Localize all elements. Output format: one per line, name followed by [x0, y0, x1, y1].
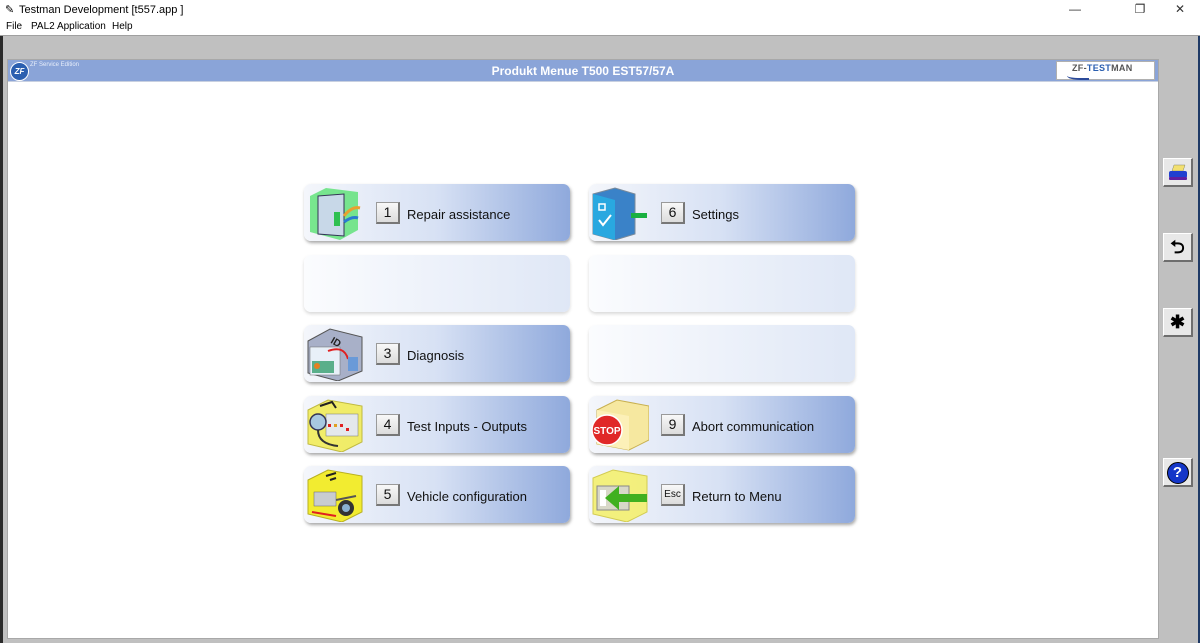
tile-label: Abort communication [692, 419, 815, 434]
menu-tile-test-inputs-outputs[interactable]: 4 Test Inputs - Outputs [304, 396, 570, 453]
asterisk-icon: ✱ [1169, 312, 1186, 332]
test-io-icon [306, 398, 364, 453]
menu-file[interactable]: File [6, 21, 22, 32]
tile-label: Diagnosis [407, 348, 465, 363]
shortcut-key-4: 4 [376, 414, 400, 436]
brand-swoosh-icon [1067, 73, 1089, 80]
menu-tile-empty [589, 255, 855, 312]
menu-tile-empty [589, 325, 855, 382]
undo-arrow-icon: ⮌ [1170, 237, 1185, 257]
shortcut-key-esc: Esc [661, 484, 685, 506]
page-title: Produkt Menue T500 EST57/57A [491, 64, 675, 78]
main-panel: ZF ZF Service Edition Produkt Menue T500… [7, 59, 1159, 639]
shortcut-key-3: 3 [376, 343, 400, 365]
maximize-button[interactable]: ❐ [1120, 2, 1160, 18]
close-button[interactable]: ✕ [1160, 2, 1200, 18]
menu-tile-diagnosis[interactable]: ID 3 Diagnosis [304, 325, 570, 382]
brand-prefix: ZF- [1072, 63, 1087, 73]
menu-tile-settings[interactable]: 6 Settings [589, 184, 855, 241]
zf-testman-logo: ZF-TESTMAN [1056, 61, 1155, 80]
panel-header: ZF ZF Service Edition Produkt Menue T500… [8, 60, 1158, 82]
menu-tile-repair-assistance[interactable]: 1 Repair assistance [304, 184, 570, 241]
svg-text:STOP: STOP [593, 426, 620, 437]
print-button[interactable] [1163, 158, 1193, 187]
menu-tile-abort-communication[interactable]: STOP 9 Abort communication [589, 396, 855, 453]
menu-pal2-application[interactable]: PAL2 Application [31, 21, 106, 32]
return-arrow-icon [591, 468, 649, 523]
help-button[interactable]: ? [1163, 458, 1193, 487]
menubar: File PAL2 Application Help [0, 20, 1200, 36]
brand-highlight: TEST [1086, 63, 1112, 73]
window-titlebar: ✎ Testman Development [t557.app ] — ❐ ✕ [0, 0, 1200, 20]
menu-tile-vehicle-configuration[interactable]: 5 Vehicle configuration [304, 466, 570, 523]
vehicle-config-icon [306, 468, 364, 523]
stop-icon: STOP [591, 398, 650, 452]
tile-label: Settings [692, 207, 739, 222]
printer-icon [1167, 164, 1189, 187]
tile-label: Vehicle configuration [407, 489, 527, 504]
menu-help[interactable]: Help [112, 21, 133, 32]
back-button[interactable]: ⮌ [1163, 233, 1193, 262]
tile-label: Test Inputs - Outputs [407, 419, 527, 434]
shortcut-key-1: 1 [376, 202, 400, 224]
brand-suffix: MAN [1111, 63, 1133, 73]
help-icon: ? [1166, 462, 1189, 484]
shortcut-key-9: 9 [661, 414, 685, 436]
tile-label: Repair assistance [407, 207, 511, 222]
settings-icon [591, 186, 649, 241]
testman-app-icon: ✎ [5, 4, 15, 16]
menu-tile-return-to-menu[interactable]: Esc Return to Menu [589, 466, 855, 523]
minimize-button[interactable]: — [1055, 2, 1095, 18]
menu-tile-empty [304, 255, 570, 312]
window-left-border [0, 36, 3, 643]
shortcut-key-6: 6 [661, 202, 685, 224]
window-title: Testman Development [t557.app ] [19, 4, 184, 16]
diagnosis-id-icon: ID [306, 327, 364, 382]
repair-assistance-icon [306, 186, 364, 240]
shortcut-key-5: 5 [376, 484, 400, 506]
tile-label: Return to Menu [692, 489, 782, 504]
asterisk-button[interactable]: ✱ [1163, 308, 1193, 337]
